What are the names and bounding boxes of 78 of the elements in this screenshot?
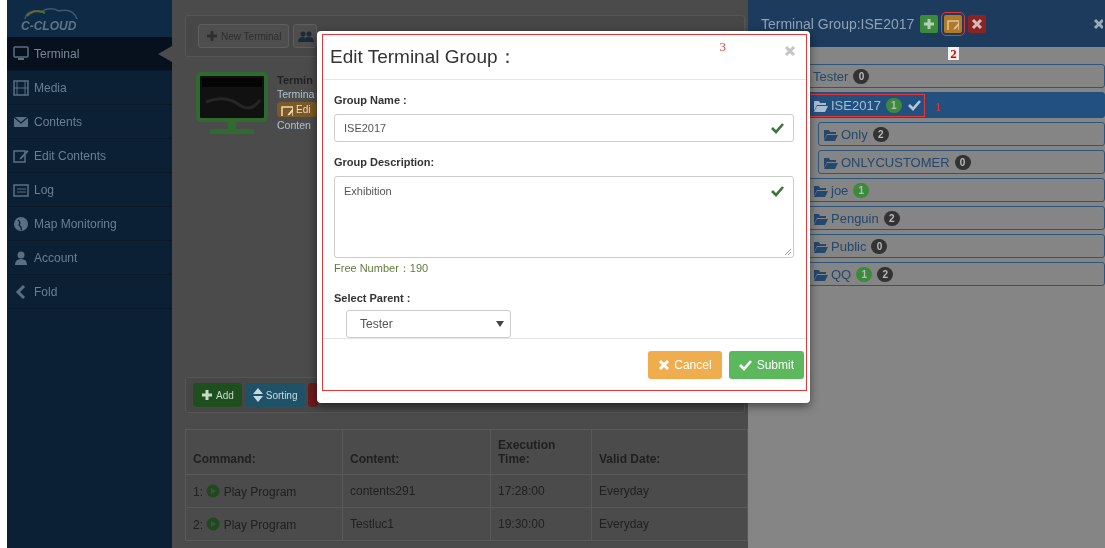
globe-icon [13, 215, 29, 232]
count-badge: 1 [856, 266, 873, 282]
annotation-number: 1 [935, 98, 942, 115]
count-badge: 1 [853, 182, 870, 198]
close-icon [1093, 18, 1103, 30]
nav-item[interactable]: Media [7, 71, 172, 105]
modal-title: Edit Terminal Group： [330, 44, 517, 69]
tree-label: Public [831, 238, 867, 254]
play-icon [206, 516, 221, 531]
tree-label: joe [831, 182, 849, 198]
folder-icon [813, 211, 829, 225]
count-badge: 2 [872, 126, 889, 142]
folder-icon [823, 155, 839, 169]
tree-item[interactable]: Only 2 [818, 122, 1105, 146]
logo-text: C-CLOUD [21, 19, 77, 32]
monitor-drawing [196, 72, 268, 136]
edit-icon [281, 103, 293, 116]
nav-item[interactable]: Map Monitoring [7, 207, 172, 241]
tree-label: QQ [831, 266, 852, 282]
add-button[interactable]: Add [193, 383, 242, 407]
panel-title: Terminal Group:ISE2017 [761, 15, 915, 32]
users-icon [298, 30, 315, 42]
nav-item[interactable]: Terminal [7, 37, 172, 71]
text-area[interactable]: Exhibition [334, 175, 794, 258]
check-icon [771, 184, 784, 197]
tree-label: ISE2017 [831, 97, 881, 113]
play-icon [206, 483, 221, 498]
folder-icon [813, 239, 829, 253]
tree-label: Penguin [831, 210, 879, 226]
count-badge: 0 [954, 154, 971, 170]
dropdown-caret-icon [496, 320, 504, 327]
check-icon [738, 358, 753, 371]
field-label: Group Description: [334, 155, 436, 168]
plus-icon [201, 389, 213, 401]
resize-handle-icon [784, 247, 792, 256]
check-icon [907, 99, 921, 111]
monitor-icon [13, 45, 29, 62]
content-label: Conten [277, 119, 312, 131]
tree-item[interactable]: ONLYCUSTOMER 0 [818, 150, 1105, 174]
submit-button[interactable]: Submit [728, 350, 804, 379]
list-icon [13, 181, 29, 198]
close-icon [784, 45, 796, 57]
parent-dropdown[interactable]: Tester [346, 309, 511, 338]
field-label: Group Name : [334, 93, 408, 106]
close-icon [658, 358, 671, 371]
terminal-info: Termina [277, 88, 316, 100]
count-badge: 1 [885, 97, 902, 113]
input-field[interactable]: ISE2017 [334, 113, 794, 142]
film-icon [13, 79, 29, 96]
edit-icon [13, 147, 29, 164]
add-group-button[interactable] [920, 14, 939, 33]
count-badge: 0 [853, 68, 870, 84]
tree-label: Only [841, 126, 868, 142]
annotation-number: 3 [719, 39, 726, 55]
group-button[interactable] [293, 24, 318, 48]
user-icon [13, 249, 29, 266]
sort-icon [252, 388, 263, 402]
field-label: Select Parent : [334, 291, 412, 304]
folder-icon [813, 98, 829, 112]
check-icon [771, 121, 784, 134]
folder-icon [813, 183, 829, 197]
tree-label: ONLYCUSTOMER [841, 154, 950, 170]
tree-label: Tester [813, 68, 849, 84]
sorting-button[interactable]: Sorting [244, 383, 306, 407]
cloud-icon [21, 5, 81, 20]
folder-icon [813, 267, 829, 281]
plus-icon [206, 30, 218, 42]
edit-icon [947, 17, 960, 30]
plus-icon [923, 17, 936, 30]
annotation-number: 2 [948, 46, 959, 60]
count-badge: 2 [883, 210, 900, 226]
delete-group-button[interactable] [968, 14, 987, 33]
free-number-text: Free Number：190 [334, 260, 430, 276]
delete-icon [971, 17, 984, 30]
count-badge: 0 [871, 238, 888, 254]
edit-button[interactable]: Edi [277, 102, 317, 117]
count-badge: 2 [877, 266, 894, 282]
folder-icon [823, 127, 839, 141]
